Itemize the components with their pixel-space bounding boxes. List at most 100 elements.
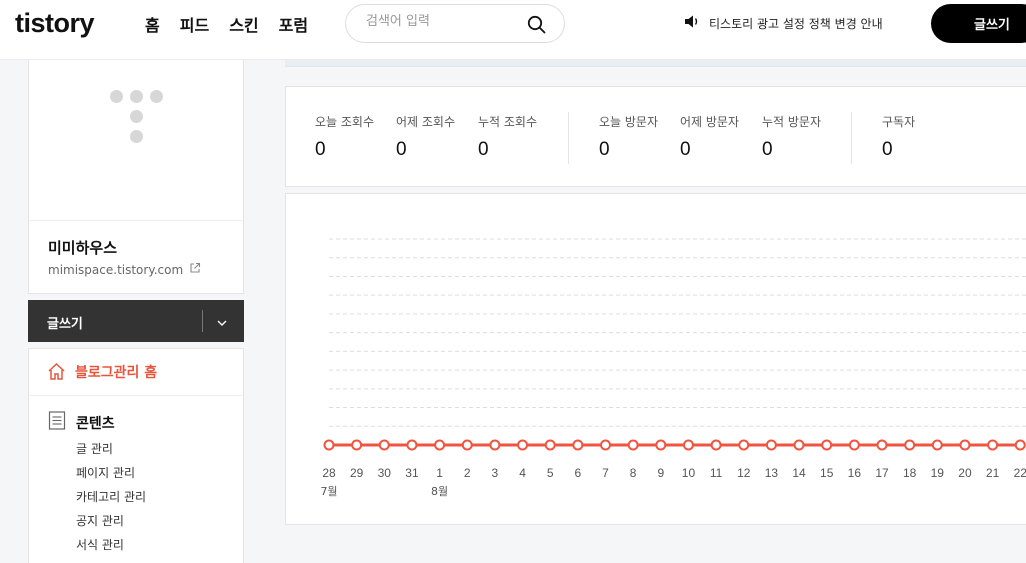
stat-label: 구독자 [882, 115, 916, 129]
visitor-chart-panel: 28 29 30 31 1 2 3 4 5 6 7 8 9 10 11 12 13 14 15 16 17 18 19 20 2… [285, 193, 1026, 525]
stat-label: 누적 조회수 [478, 115, 538, 129]
stat-total-views: 누적 조회수 0 [478, 113, 537, 161]
data-point [1014, 439, 1026, 451]
divider [568, 112, 569, 164]
x-tick-label: 29 [350, 466, 364, 480]
stats-panel: 오늘 조회수 0 어제 조회수 0 누적 조회수 0 오늘 방문자 0 어제 방… [285, 86, 1026, 187]
write-button[interactable]: 글쓰기 [931, 4, 1026, 43]
data-point [323, 439, 335, 451]
sidebar-item-posts[interactable]: 글 관리 [76, 440, 113, 457]
data-point [378, 439, 390, 451]
x-tick-label: 19 [931, 466, 945, 480]
search-box [345, 4, 565, 43]
x-tick-label: 31 [405, 466, 419, 480]
stat-label: 어제 방문자 [680, 115, 740, 129]
search-icon[interactable] [527, 15, 546, 38]
nav-forum[interactable]: 포럼 [279, 12, 308, 36]
sidebar-item-pages[interactable]: 페이지 관리 [76, 464, 135, 481]
x-tick-label: 28 [322, 466, 336, 480]
x-tick-label: 2 [464, 466, 471, 480]
data-point [876, 439, 888, 451]
data-point [793, 439, 805, 451]
stat-today-views: 오늘 조회수 0 [315, 113, 374, 161]
sidebar-item-admin-home[interactable]: 블로그관리 홈 [29, 349, 243, 396]
search-input[interactable] [366, 14, 526, 29]
data-point [544, 439, 556, 451]
sidebar-section-title: 콘텐츠 [76, 415, 115, 432]
x-tick-label: 15 [820, 466, 834, 480]
x-tick-label: 16 [848, 466, 862, 480]
sidebar-item-notices[interactable]: 공지 관리 [76, 512, 124, 529]
stat-value: 0 [315, 139, 326, 160]
stat-subscribers: 구독자 0 [882, 113, 915, 161]
notice-banner[interactable]: 티스토리 광고 설정 정책 변경 안내 [684, 14, 883, 32]
chevron-down-icon[interactable] [216, 314, 228, 333]
stat-label: 오늘 조회수 [315, 115, 375, 129]
sidebar-item-categories[interactable]: 카테고리 관리 [76, 488, 146, 505]
stat-value: 0 [478, 139, 489, 160]
nav-feed[interactable]: 피드 [180, 12, 209, 36]
x-tick-label: 21 [986, 466, 1000, 480]
data-point [655, 439, 667, 451]
document-icon [48, 411, 66, 434]
sidebar-write-button[interactable]: 글쓰기 [28, 300, 244, 342]
tistory-logo[interactable]: tistory [15, 8, 95, 39]
stat-today-visitors: 오늘 방문자 0 [599, 113, 658, 161]
nav-home[interactable]: 홈 [145, 12, 160, 36]
banner-strip [285, 60, 1026, 67]
x-tick-label: 6 [575, 466, 582, 480]
nav-skin[interactable]: 스킨 [229, 12, 258, 36]
sidebar-item-label: 블로그관리 홈 [75, 365, 158, 381]
data-point [682, 439, 694, 451]
stat-label: 누적 방문자 [762, 115, 822, 129]
stat-value: 0 [396, 139, 407, 160]
data-point [987, 439, 999, 451]
stat-value: 0 [762, 139, 773, 160]
blog-avatar[interactable] [29, 60, 243, 221]
stat-total-visitors: 누적 방문자 0 [762, 113, 821, 161]
stat-yesterday-views: 어제 조회수 0 [396, 113, 455, 161]
blog-url: mimispace.tistory.com [48, 262, 184, 277]
home-icon [47, 362, 66, 385]
data-point [627, 439, 639, 451]
x-tick-label: 8 [630, 466, 637, 480]
data-point [572, 439, 584, 451]
top-header: tistory 홈 피드 스킨 포럼 티스토리 광고 설정 정책 변경 안내 글… [0, 0, 1026, 60]
x-tick-label: 11 [710, 466, 723, 480]
data-point [931, 439, 943, 451]
x-tick-label: 4 [519, 466, 526, 480]
x-tick-label: 12 [737, 466, 751, 480]
sidebar-write-label: 글쓰기 [47, 317, 83, 332]
x-tick-label: 9 [657, 466, 664, 480]
avatar-dot [130, 110, 143, 123]
data-point [600, 439, 611, 451]
stat-value: 0 [599, 139, 610, 160]
data-point [959, 439, 971, 451]
data-point [351, 439, 363, 451]
blog-url-link[interactable]: mimispace.tistory.com [48, 262, 201, 277]
data-point [434, 439, 446, 451]
avatar-dot [110, 90, 123, 103]
data-point [821, 439, 833, 451]
data-point [406, 439, 418, 451]
data-point [489, 439, 501, 451]
data-point [848, 439, 860, 451]
data-point [710, 439, 722, 451]
top-nav: 홈 피드 스킨 포럼 [145, 12, 328, 36]
x-tick-label: 20 [958, 466, 972, 480]
x-tick-label: 17 [875, 466, 889, 480]
sidebar-menu: 블로그관리 홈 콘텐츠 글 관리 페이지 관리 카테고리 관리 공지 관리 서식… [28, 348, 244, 563]
stat-value: 0 [680, 139, 691, 160]
external-link-icon [189, 262, 201, 277]
visitor-chart: 28 29 30 31 1 2 3 4 5 6 7 8 9 10 11 12 13 14 15 16 17 18 19 20 2… [320, 238, 1026, 498]
data-point [765, 439, 777, 451]
x-tick-label: 5 [547, 466, 554, 480]
avatar-dot [130, 90, 143, 103]
avatar-dot [150, 90, 163, 103]
sidebar-item-templates[interactable]: 서식 관리 [76, 536, 124, 553]
x-tick-label: 22 [1014, 466, 1026, 480]
blog-name: 미미하우스 [48, 239, 118, 257]
month-label: 8월 [431, 485, 448, 498]
x-tick-label: 10 [682, 466, 696, 480]
sidebar-section-contents[interactable]: 콘텐츠 [48, 411, 115, 434]
